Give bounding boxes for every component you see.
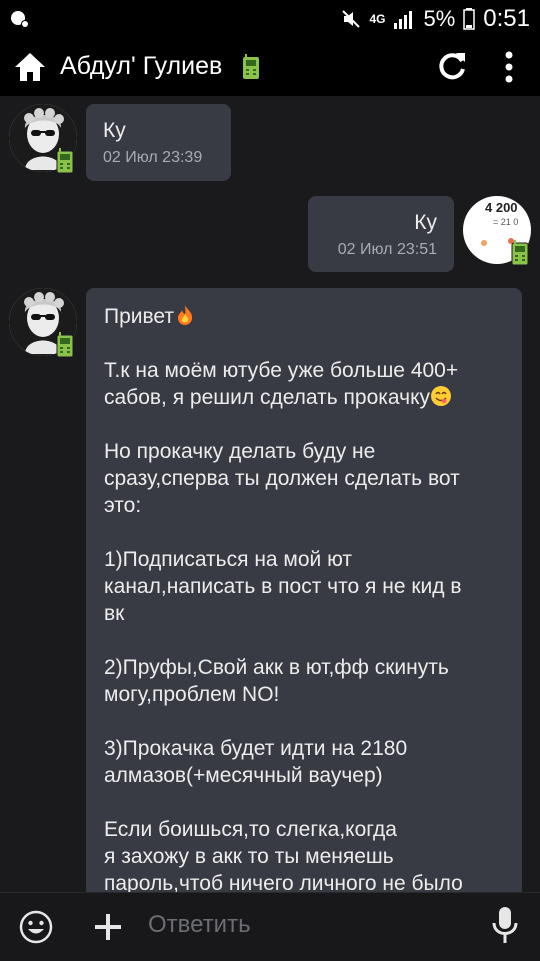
message-line: Но прокачку делать буду не [104,440,376,463]
message-line: сразу,сперва ты должен сделать вот [104,467,460,490]
home-icon[interactable] [12,49,48,85]
avatar-dot [481,240,487,246]
network-label: 4G [369,12,386,26]
message-line: вк [104,602,125,625]
status-time: 0:51 [483,5,530,32]
more-vert-icon[interactable] [497,50,521,84]
microphone-icon[interactable] [490,905,520,947]
yum-emoji-icon [431,386,452,406]
message-bubble[interactable]: Ку 02 Июл 23:39 [86,104,231,181]
message-line: это: [104,494,142,517]
avatar-screenshot-text: 4 200 [485,200,518,215]
message-line: я захожу в акк то ты меняешь [104,845,394,868]
message-time: 02 Июл 23:39 [103,149,203,166]
message-line: 2)Пруфы,Свой акк в ют,фф скинуть [104,656,449,679]
notification-icon [11,11,29,28]
message-time: 02 Июл 23:51 [337,241,437,258]
mute-icon [342,10,361,28]
message-line: 3)Прокачка будет идти на 2180 [104,737,408,760]
refresh-icon[interactable] [435,49,469,83]
reply-input[interactable]: Ответить [148,911,251,939]
message-text: Привет Т.к на моём ютубе уже больше 400+… [104,303,514,892]
battery-percent: 5% [423,6,456,31]
message-line: алмазов(+месячный ваучер) [104,764,383,787]
plus-icon[interactable] [92,911,124,943]
message-line: канал,написать в пост что я не кид в [104,575,462,598]
message-line: 1)Подписаться на мой ют [104,548,353,571]
message-line: Привет [104,303,514,330]
emoji-icon[interactable] [18,909,54,945]
message-line: пароль,чтоб ничего личного не было [104,872,463,892]
message-line: Если боишься,то слегка,когда [104,818,397,841]
message-text: Ку [103,119,126,142]
message-line: Т.к на моём ютубе уже больше 400+ [104,359,459,382]
page-title: Абдул' Гулиев [60,52,223,80]
message-text: Ку [414,211,437,234]
phone-icon [243,54,259,79]
signal-icon [394,11,413,29]
app-bar: Абдул' Гулиев [0,38,540,96]
phone-icon [56,332,74,358]
fire-emoji-icon [178,305,193,325]
composer-bar: Ответить [0,892,540,961]
phone-icon [56,148,74,174]
message-bubble[interactable]: Ку 02 Июл 23:51 [308,196,454,272]
status-bar: 4G 5% 0:51 [0,0,540,38]
avatar-screenshot-subtext: = 21 0 [493,217,519,227]
message-list[interactable]: Ку 02 Июл 23:39 Ку 02 Июл 23:51 4 200 = … [0,96,540,892]
phone-icon [511,240,529,266]
battery-icon [463,8,476,30]
message-bubble[interactable]: Привет Т.к на моём ютубе уже больше 400+… [86,288,522,892]
message-line: сабов, я решил сделать прокачку [104,384,514,411]
message-line: могу,проблем NO! [104,683,280,706]
